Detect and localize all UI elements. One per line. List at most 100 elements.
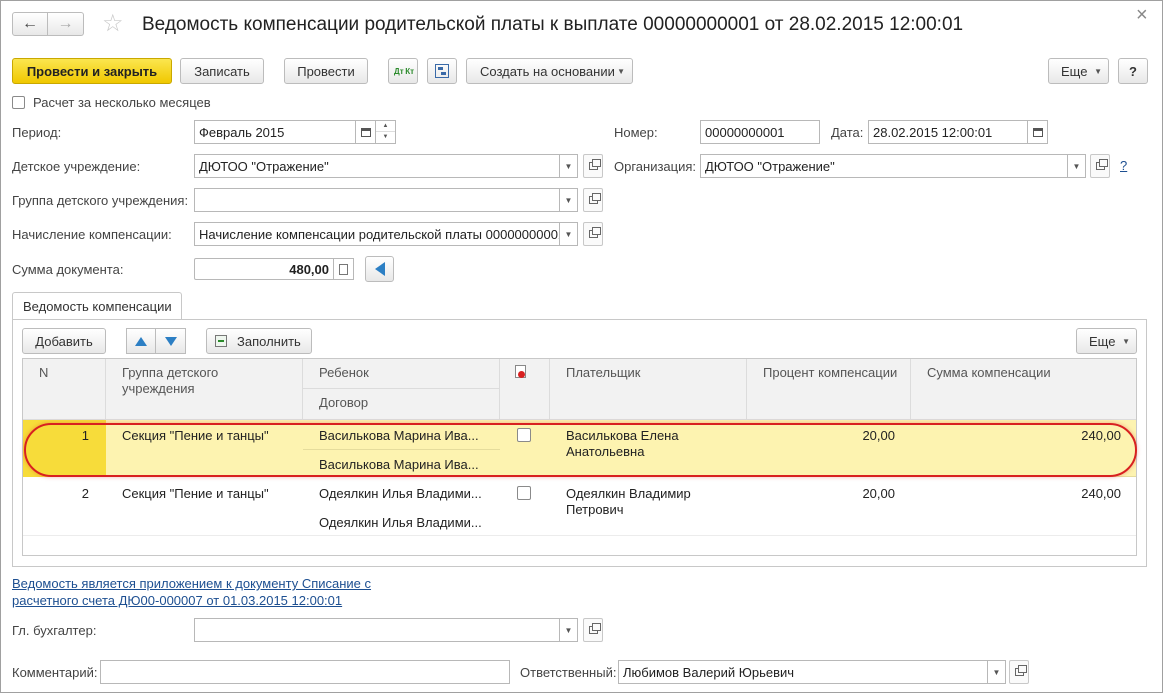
header-group: Группа детского учреждения [106, 359, 303, 420]
period-calendar-button[interactable] [356, 120, 376, 144]
period-spinner[interactable]: ▲ ▼ [376, 120, 396, 144]
row-2-n: 2 [81, 486, 89, 501]
arrow-up-icon [135, 336, 147, 346]
header-n: N [23, 359, 106, 420]
fill-sum-button[interactable] [365, 256, 394, 282]
accrual-open-button[interactable] [583, 222, 603, 246]
calculator-icon [339, 263, 348, 275]
arrow-left-icon: ← [22, 15, 38, 32]
post-and-close-button[interactable]: Провести и закрыть [12, 58, 172, 84]
group-label: Группа детского учреждения: [12, 193, 189, 208]
organization-field[interactable]: ДЮТОО "Отражение" [700, 154, 1068, 178]
organization-dropdown[interactable]: ▼ [1068, 154, 1086, 178]
responsible-field[interactable]: Любимов Валерий Юрьевич [618, 660, 988, 684]
sum-label: Сумма документа: [12, 262, 124, 277]
calendar-icon [360, 127, 371, 137]
attachment-link-line1[interactable]: Ведомость является приложением к докумен… [12, 576, 371, 591]
header-contract: Договор [303, 389, 500, 420]
chief-accountant-dropdown[interactable]: ▼ [560, 618, 578, 642]
header-payer: Плательщик [550, 359, 747, 420]
dt-kt-button[interactable]: Дт Кт [388, 58, 418, 84]
highlight-ellipse [24, 423, 1137, 477]
institution-dropdown[interactable]: ▼ [560, 154, 578, 178]
add-row-button[interactable]: Добавить [22, 328, 106, 354]
header-mark [500, 359, 550, 420]
open-window-icon [588, 623, 601, 634]
calendar-icon [1032, 127, 1043, 137]
organization-open-button[interactable] [1090, 154, 1110, 178]
chief-accountant-open-button[interactable] [583, 618, 603, 642]
accrual-field[interactable]: Начисление компенсации родительской плат… [194, 222, 560, 246]
close-icon[interactable]: × [1136, 4, 1148, 27]
forward-button[interactable]: → [48, 12, 84, 36]
arrow-down-icon [164, 336, 177, 346]
date-field[interactable]: 28.02.2015 12:00:01 [868, 120, 1028, 144]
window-title: Ведомость компенсации родительской платы… [142, 14, 964, 35]
number-field[interactable]: 00000000001 [700, 120, 820, 144]
post-button[interactable]: Провести [284, 58, 368, 84]
calculator-button[interactable] [334, 258, 354, 280]
more-label: Еще [1061, 63, 1088, 79]
spin-up-icon[interactable]: ▲ [376, 121, 395, 132]
fill-icon [215, 335, 227, 347]
dt-kt-icon: Дт Кт [394, 66, 415, 76]
responsible-open-button[interactable] [1009, 660, 1029, 684]
row-2-percent: 20,00 [862, 486, 895, 501]
help-button[interactable]: ? [1118, 58, 1148, 84]
open-window-icon [588, 227, 601, 238]
more-label: Еще [1089, 333, 1116, 349]
period-field[interactable]: Февраль 2015 [194, 120, 356, 144]
move-up-button[interactable] [126, 328, 156, 354]
responsible-label: Ответственный: [520, 665, 617, 680]
chief-accountant-label: Гл. бухгалтер: [12, 623, 97, 638]
tab-compensation-sheet[interactable]: Ведомость компенсации [12, 292, 182, 320]
back-button[interactable]: ← [12, 12, 48, 36]
table-more-button[interactable]: Еще ▼ [1076, 328, 1137, 354]
arrow-right-icon: → [57, 15, 74, 32]
attachment-link-line2[interactable]: расчетного счета ДЮ00-000007 от 01.03.20… [12, 593, 342, 608]
row-2-amount: 240,00 [1081, 486, 1121, 501]
institution-field[interactable]: ДЮТОО "Отражение" [194, 154, 560, 178]
star-icon[interactable]: ☆ [102, 12, 124, 36]
write-button[interactable]: Записать [180, 58, 264, 84]
organization-help-link[interactable]: ? [1120, 158, 1127, 173]
multi-month-checkbox[interactable] [12, 96, 25, 109]
fill-button[interactable]: Заполнить [206, 328, 312, 354]
dropdown-arrow-icon: ▼ [992, 667, 1001, 677]
accrual-label: Начисление компенсации: [12, 227, 172, 242]
dropdown-arrow-icon: ▼ [564, 161, 573, 171]
period-label: Период: [12, 125, 62, 140]
responsible-dropdown[interactable]: ▼ [988, 660, 1006, 684]
accrual-dropdown[interactable]: ▼ [560, 222, 578, 246]
row-2-child: Одеялкин Илья Владими... [319, 486, 482, 501]
more-button[interactable]: Еще ▼ [1048, 58, 1109, 84]
chief-accountant-field[interactable] [194, 618, 560, 642]
arrow-left-icon [374, 262, 385, 276]
create-based-on-label: Создать на основании [480, 63, 615, 79]
open-window-icon [1014, 665, 1027, 676]
group-open-button[interactable] [583, 188, 603, 212]
spin-down-icon[interactable]: ▼ [376, 132, 395, 143]
open-window-icon [1095, 159, 1108, 170]
row-2-payer-line1: Одеялкин Владимир [566, 486, 691, 501]
hierarchy-icon [435, 64, 449, 78]
date-calendar-button[interactable] [1028, 120, 1048, 144]
sum-field: 480,00 [194, 258, 334, 280]
header-amount: Сумма компенсации [911, 359, 1136, 420]
date-label: Дата: [831, 125, 864, 140]
group-field[interactable] [194, 188, 560, 212]
dropdown-arrow-icon: ▼ [617, 66, 625, 76]
dropdown-arrow-icon: ▼ [1072, 161, 1081, 171]
comment-field[interactable] [100, 660, 510, 684]
organization-label: Организация: [614, 159, 697, 174]
group-dropdown[interactable]: ▼ [560, 188, 578, 212]
institution-label: Детское учреждение: [12, 159, 141, 174]
comment-label: Комментарий: [12, 665, 98, 680]
tab-label: Ведомость компенсации [23, 299, 172, 314]
move-down-button[interactable] [156, 328, 186, 354]
row-2-checkbox[interactable] [517, 486, 531, 500]
dropdown-arrow-icon: ▼ [564, 229, 573, 239]
institution-open-button[interactable] [583, 154, 603, 178]
structure-button[interactable] [427, 58, 457, 84]
create-based-on-button[interactable]: Создать на основании ▼ [466, 58, 633, 84]
